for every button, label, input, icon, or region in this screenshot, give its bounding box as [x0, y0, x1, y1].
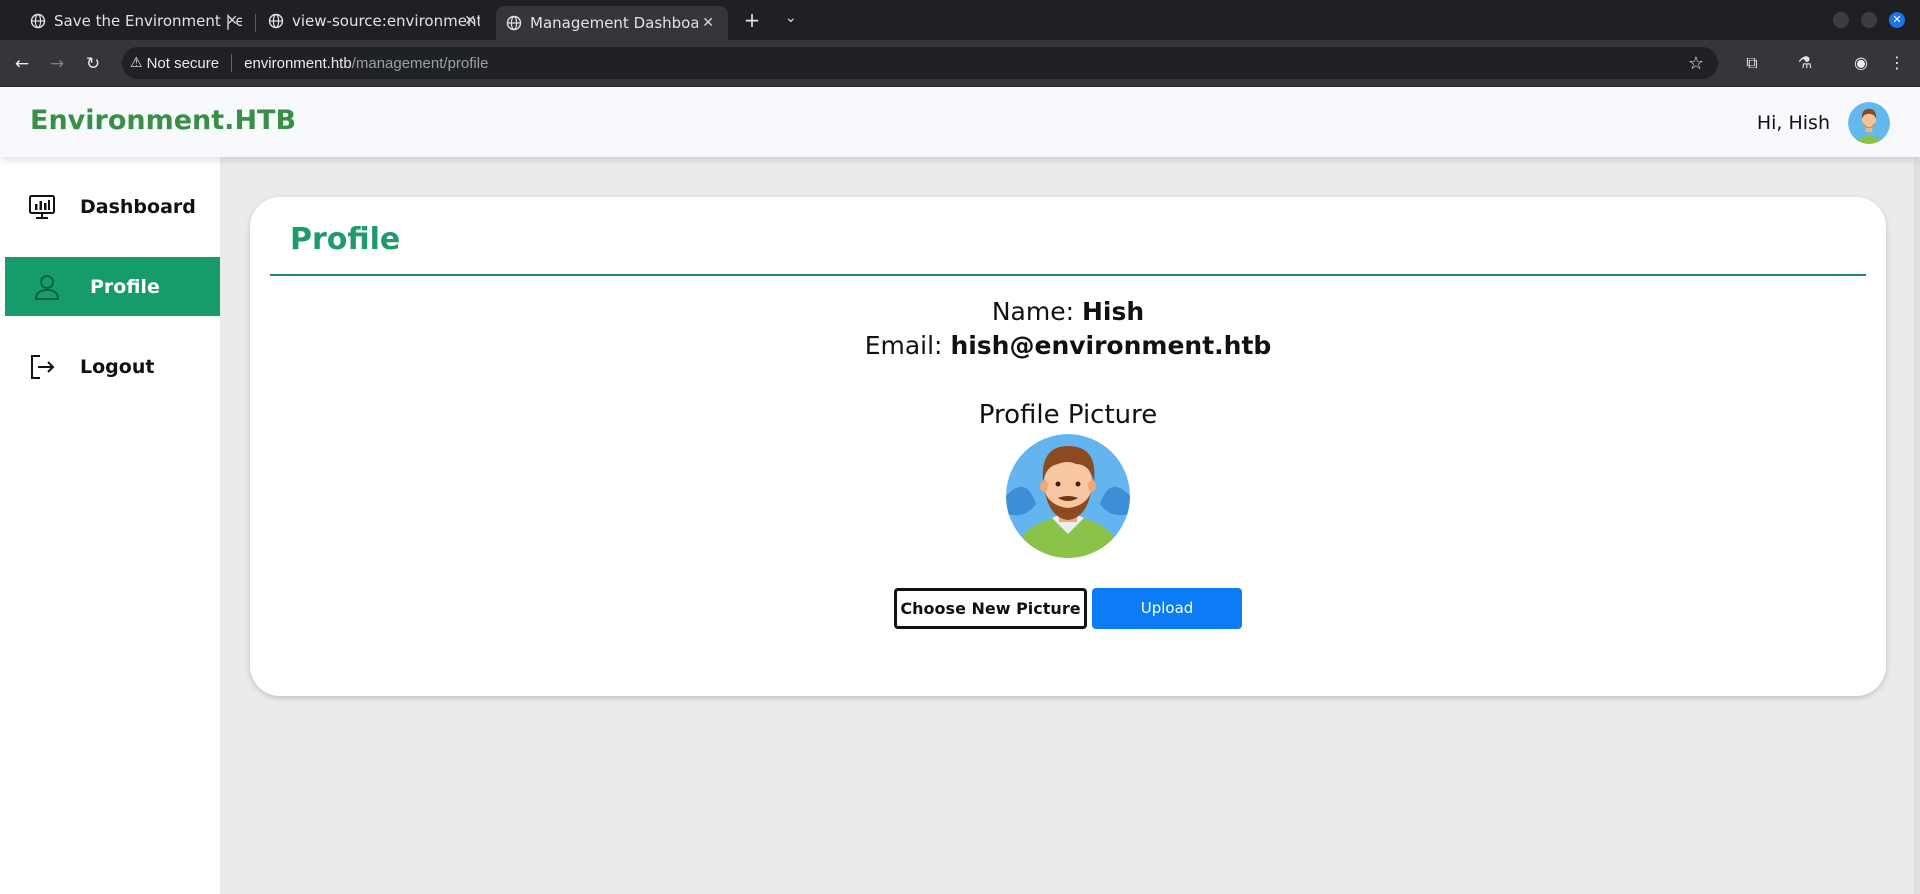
profile-picture-label: Profile Picture [978, 400, 1158, 430]
browser-tab-bar: Save the Environment | environment.htb ✕… [0, 0, 1920, 40]
page-scrollbar[interactable] [1914, 157, 1920, 894]
globe-icon [506, 15, 522, 31]
profile-picture-avatar [1006, 434, 1130, 558]
back-icon[interactable]: ← [12, 54, 32, 74]
globe-icon [268, 13, 284, 29]
browser-tab[interactable]: Save the Environment | environment.htb ✕ [20, 6, 252, 36]
extensions-icon[interactable]: ⧉ [1741, 52, 1763, 74]
address-divider [231, 54, 233, 72]
name-row: Name: Hish [250, 297, 1886, 326]
user-greeting: Hi, Hish [1756, 112, 1830, 134]
avatar-image [1848, 102, 1890, 144]
name-value: Hish [1081, 297, 1145, 326]
sidebar: Dashboard Profile Logout [0, 157, 220, 894]
title-divider [270, 274, 1866, 276]
tab-title: Save the Environment | environment.htb [54, 12, 242, 30]
user-avatar[interactable] [1848, 102, 1890, 144]
sidebar-item-label: Logout [80, 355, 155, 378]
email-value: hish@environment.htb [950, 331, 1272, 360]
email-row: Email: hish@environment.htb [250, 331, 1886, 360]
sidebar-item-label: Dashboard [80, 195, 196, 218]
profile-picture [1006, 434, 1130, 558]
email-label: Email: [864, 331, 943, 360]
reload-icon[interactable]: ↻ [83, 54, 103, 74]
minimize-icon[interactable] [1833, 12, 1849, 28]
url-host[interactable]: environment.htb [244, 55, 352, 72]
sidebar-item-dashboard[interactable]: Dashboard [5, 177, 220, 236]
tab-title: view-source:environment.htb [292, 12, 480, 30]
tab-close-icon[interactable]: ✕ [226, 13, 238, 29]
profile-card: Profile Name: Hish Email: hish@environme… [250, 197, 1886, 696]
maximize-icon[interactable] [1861, 12, 1877, 28]
tab-list-chevron-icon[interactable]: ⌄ [785, 10, 797, 26]
warning-icon[interactable]: ⚠ [130, 55, 143, 71]
browser-tab[interactable]: view-source:environment.htb ✕ [258, 6, 490, 36]
sidebar-item-label: Profile [90, 275, 160, 298]
browser-toolbar: ← → ↻ ⚠ Not secure environment.htb/manag… [0, 40, 1920, 87]
tab-close-icon[interactable]: ✕ [702, 15, 714, 31]
dashboard-monitor-icon [29, 194, 55, 219]
brand-logo-text[interactable]: Environment.HTB [30, 105, 296, 136]
address-bar[interactable]: ⚠ Not secure environment.htb/management/… [122, 47, 1718, 79]
user-icon [35, 274, 59, 300]
sidebar-item-profile[interactable]: Profile [5, 257, 220, 316]
url-path[interactable]: /management/profile [352, 55, 489, 72]
window-close-icon[interactable]: ✕ [1889, 12, 1905, 28]
web-page: Environment.HTB Hi, Hish Dashboard Profi… [0, 87, 1920, 894]
forward-icon[interactable]: → [47, 54, 67, 74]
choose-picture-button[interactable]: Choose New Picture [894, 588, 1087, 629]
page-title: Profile [290, 222, 401, 257]
labs-flask-icon[interactable]: ⚗ [1794, 52, 1816, 74]
bookmark-star-icon[interactable]: ☆ [1688, 53, 1704, 74]
globe-icon [30, 13, 46, 29]
name-label: Name: [991, 297, 1075, 326]
upload-button[interactable]: Upload [1092, 588, 1242, 629]
tab-divider [255, 14, 256, 32]
sidebar-item-logout[interactable]: Logout [5, 337, 220, 396]
tab-close-icon[interactable]: ✕ [464, 13, 476, 29]
new-tab-icon[interactable]: + [742, 8, 762, 32]
profile-account-icon[interactable]: ◉ [1850, 52, 1872, 74]
site-header: Environment.HTB Hi, Hish [0, 87, 1920, 157]
menu-kebab-icon[interactable]: ⋮ [1886, 52, 1908, 74]
security-label[interactable]: Not secure [147, 55, 220, 72]
browser-tab-active[interactable]: Management Dashboard ✕ [496, 6, 728, 40]
tab-title: Management Dashboard [530, 14, 698, 32]
logout-icon [31, 354, 55, 379]
